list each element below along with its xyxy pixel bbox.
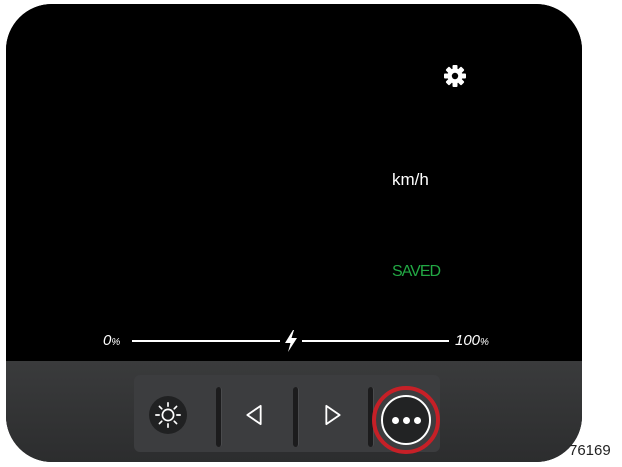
lightning-bolt-icon (282, 329, 300, 353)
previous-button[interactable] (232, 393, 276, 437)
more-button-highlight (372, 386, 440, 454)
toolbar-divider (216, 387, 222, 447)
status-text: SAVED (392, 263, 441, 280)
more-options-button[interactable] (381, 395, 431, 445)
brightness-icon (155, 402, 181, 428)
triangle-right-icon (325, 404, 341, 426)
battery-level-bar: 0% 100% (6, 326, 582, 356)
gear-icon[interactable] (443, 64, 467, 88)
speed-unit-label: km/h (392, 170, 429, 189)
battery-min-label: 0% (103, 332, 121, 349)
more-options-icon (391, 416, 399, 424)
button-toolbar (134, 375, 440, 454)
toolbar-divider (293, 387, 299, 447)
battery-track-right (302, 340, 449, 342)
battery-track-left (132, 340, 280, 342)
main-screen: km/h SAVED 0% 100% (6, 4, 582, 361)
next-button[interactable] (311, 393, 355, 437)
control-panel (6, 361, 582, 462)
triangle-left-icon (246, 404, 262, 426)
figure-number: 76169 (569, 442, 611, 459)
device-display: km/h SAVED 0% 100% (6, 4, 582, 462)
brightness-button[interactable] (149, 396, 187, 434)
battery-max-label: 100% (455, 332, 489, 349)
